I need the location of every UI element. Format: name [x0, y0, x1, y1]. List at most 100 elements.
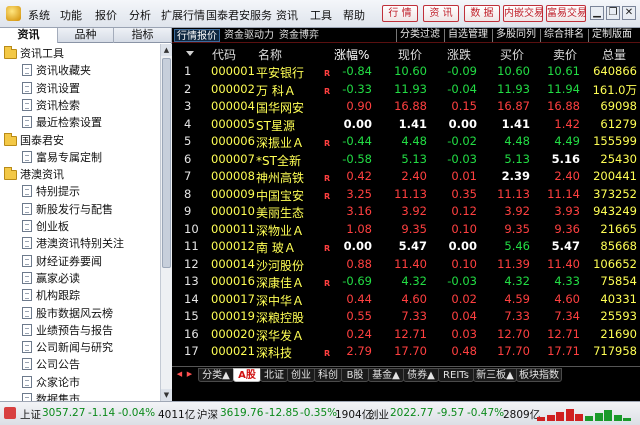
- toolbar-news-button[interactable]: 资 讯: [423, 5, 459, 22]
- menu-tools[interactable]: 工具: [310, 7, 332, 23]
- table-row[interactable]: 9 000010 美丽生态 3.16 3.92 0.12 3.92 3.93 943249: [172, 203, 640, 221]
- tree-item[interactable]: 特别提示: [22, 183, 80, 200]
- table-row[interactable]: 4 000005 ST星源 0.00 1.41 0.00 1.41 1.42 61279: [172, 116, 640, 134]
- market-tab[interactable]: A股: [233, 368, 261, 382]
- table-row[interactable]: 11 000012 南 玻Ａ R 0.00 5.47 0.00 5.46 5.47 85668: [172, 238, 640, 256]
- tab-indicators[interactable]: 指标: [114, 28, 172, 43]
- menu-extended-quote[interactable]: 扩展行情: [161, 7, 205, 23]
- tree-item[interactable]: 新股发行与配售: [22, 201, 113, 218]
- tree-item[interactable]: 最近检索设置: [22, 114, 102, 131]
- tab-watchlist[interactable]: 自选管理: [444, 29, 488, 42]
- market-tab[interactable]: 基金▲: [368, 368, 404, 382]
- tree-item[interactable]: 创业板: [22, 218, 69, 235]
- header-change[interactable]: 涨跌: [447, 46, 471, 63]
- tab-category-filter[interactable]: 分类过滤: [396, 29, 440, 42]
- tab-ranking[interactable]: 综合排名: [540, 29, 584, 42]
- market-tab[interactable]: 创业: [287, 368, 315, 382]
- market-tab[interactable]: 科创: [314, 368, 342, 382]
- toolbar-quote-button[interactable]: 行 情: [382, 5, 418, 22]
- minimize-icon[interactable]: ▁: [590, 6, 604, 20]
- toolbar-fuyi-trade-button[interactable]: 富易交易: [546, 5, 587, 22]
- tree-item[interactable]: 港澳资讯特别关注: [22, 235, 124, 252]
- market-tab[interactable]: 分类▲: [198, 368, 234, 382]
- menu-help[interactable]: 帮助: [343, 7, 365, 23]
- market-tab[interactable]: 北证: [260, 368, 288, 382]
- tab-fund-game[interactable]: 资金博弈: [277, 29, 321, 42]
- tab-custom-layout[interactable]: 定制版面: [588, 29, 632, 42]
- tree-item[interactable]: 赢家必读: [22, 270, 80, 287]
- menu-quote[interactable]: 报价: [95, 7, 117, 23]
- tab-fund-driver[interactable]: 资金驱动力: [222, 29, 276, 42]
- header-price[interactable]: 现价: [398, 46, 422, 63]
- tree-item[interactable]: 机构跟踪: [22, 287, 80, 304]
- scroll-thumb[interactable]: [162, 58, 171, 268]
- tree-folder[interactable]: 国泰君安: [4, 132, 64, 149]
- table-row[interactable]: 2 000002 万 科Ａ R -0.33 11.93 -0.04 11.93 11.94 161…: [172, 81, 640, 99]
- scroll-down-icon[interactable]: ▼: [161, 389, 172, 401]
- table-row[interactable]: 1 000001 平安银行 R -0.84 10.60 -0.09 10.60 10.61 640…: [172, 63, 640, 81]
- restore-icon[interactable]: ❐: [606, 6, 620, 20]
- header-change-pct[interactable]: 涨幅%: [334, 46, 369, 63]
- tree-item[interactable]: 股市数据风云榜: [22, 305, 113, 322]
- tree-item[interactable]: 公司公告: [22, 356, 80, 373]
- table-row[interactable]: 15 000019 深粮控股 0.55 7.33 0.04 7.33 7.34 25593: [172, 308, 640, 326]
- table-row[interactable]: 14 000017 深中华Ａ 0.44 4.60 0.02 4.59 4.60 40331: [172, 291, 640, 309]
- scroll-up-icon[interactable]: ▲: [161, 44, 172, 56]
- table-row[interactable]: 3 000004 国华网安 0.90 16.88 0.15 16.87 16.88 69098: [172, 98, 640, 116]
- table-row[interactable]: 12 000014 沙河股份 0.88 11.40 0.10 11.39 11.40 10665…: [172, 256, 640, 274]
- tree-item[interactable]: 财经证券要闻: [22, 253, 102, 270]
- app-logo-icon[interactable]: [6, 6, 21, 21]
- sort-desc-icon[interactable]: [186, 51, 194, 56]
- tree-item[interactable]: 资讯设置: [22, 80, 80, 97]
- header-bid[interactable]: 买价: [500, 46, 524, 63]
- table-row[interactable]: 13 000016 深康佳Ａ R -0.69 4.32 -0.03 4.32 4.33 75854: [172, 273, 640, 291]
- market-tab[interactable]: REITs: [438, 368, 474, 382]
- toolbar-embedded-trade-button[interactable]: 内嵌交易: [503, 5, 544, 22]
- market-tab[interactable]: 新三板▲: [473, 368, 517, 382]
- tab-varieties[interactable]: 品种: [58, 28, 114, 43]
- sz-index[interactable]: 3619.76: [220, 407, 263, 419]
- table-row[interactable]: 8 000009 中国宝安 R 3.25 11.13 0.35 11.13 11.14 37325…: [172, 186, 640, 204]
- menu-function[interactable]: 功能: [60, 7, 82, 23]
- table-row[interactable]: 10 000011 深物业Ａ 1.08 9.35 0.10 9.35 9.36 21665: [172, 221, 640, 239]
- tree-item[interactable]: 数据集市: [22, 391, 80, 401]
- cy-index[interactable]: 2022.77: [390, 407, 433, 419]
- tree-item[interactable]: 业绩预告与报告: [22, 322, 113, 339]
- header-code[interactable]: 代码: [212, 46, 236, 63]
- tree-item[interactable]: 公司新闻与研究: [22, 339, 113, 356]
- market-tab[interactable]: 债券▲: [403, 368, 439, 382]
- tree-folder[interactable]: 资讯工具: [4, 45, 64, 62]
- tree-folder[interactable]: 港澳资讯: [4, 166, 64, 183]
- tree-item[interactable]: 众家论市: [22, 374, 80, 391]
- menu-news[interactable]: 资讯: [276, 7, 298, 23]
- header-ask[interactable]: 卖价: [553, 46, 577, 63]
- table-row[interactable]: 7 000008 神州高铁 R 0.42 2.40 0.01 2.39 2.40 200441: [172, 168, 640, 186]
- tree-item[interactable]: 资讯收藏夹: [22, 62, 91, 79]
- market-status-icon[interactable]: [4, 407, 16, 419]
- next-tab-icon[interactable]: ▶: [184, 369, 195, 380]
- table-row[interactable]: 16 000020 深华发Ａ 0.24 12.71 0.03 12.70 12.71 21690: [172, 326, 640, 344]
- tab-news[interactable]: 资讯: [0, 28, 58, 43]
- menu-analysis[interactable]: 分析: [129, 7, 151, 23]
- tree-item[interactable]: 资讯检索: [22, 97, 80, 114]
- market-breadth-bars[interactable]: [537, 407, 635, 421]
- cell-vol: 943249: [593, 204, 637, 218]
- toolbar-data-button[interactable]: 数 据: [464, 5, 500, 22]
- tree-item[interactable]: 富易专属定制: [22, 149, 102, 166]
- menu-system[interactable]: 系统: [28, 7, 50, 23]
- header-name[interactable]: 名称: [258, 46, 282, 63]
- table-row[interactable]: 6 000007 *ST全新 -0.58 5.13 -0.03 5.13 5.16 25430: [172, 151, 640, 169]
- table-row[interactable]: 5 000006 深振业Ａ R -0.44 4.48 -0.02 4.48 4.49 155599: [172, 133, 640, 151]
- close-icon[interactable]: ✕: [622, 6, 636, 20]
- sh-index[interactable]: 3057.27: [42, 407, 85, 419]
- tab-quote-list[interactable]: 行情报价: [174, 29, 220, 42]
- stock-code: 000017: [211, 291, 255, 306]
- tree-item-label: 港澳资讯: [20, 168, 64, 182]
- tab-multi-stock[interactable]: 多股同列: [492, 29, 536, 42]
- menu-gtja-service[interactable]: 国泰君安服务: [206, 7, 272, 23]
- header-volume[interactable]: 总量: [602, 46, 626, 63]
- sidebar-scrollbar[interactable]: ▲ ▼: [160, 44, 172, 401]
- table-row[interactable]: 17 000021 深科技 R 2.79 17.70 0.48 17.70 17.71 71795…: [172, 343, 640, 361]
- market-tab[interactable]: B股: [341, 368, 369, 382]
- market-tab[interactable]: 板块指数: [516, 368, 562, 382]
